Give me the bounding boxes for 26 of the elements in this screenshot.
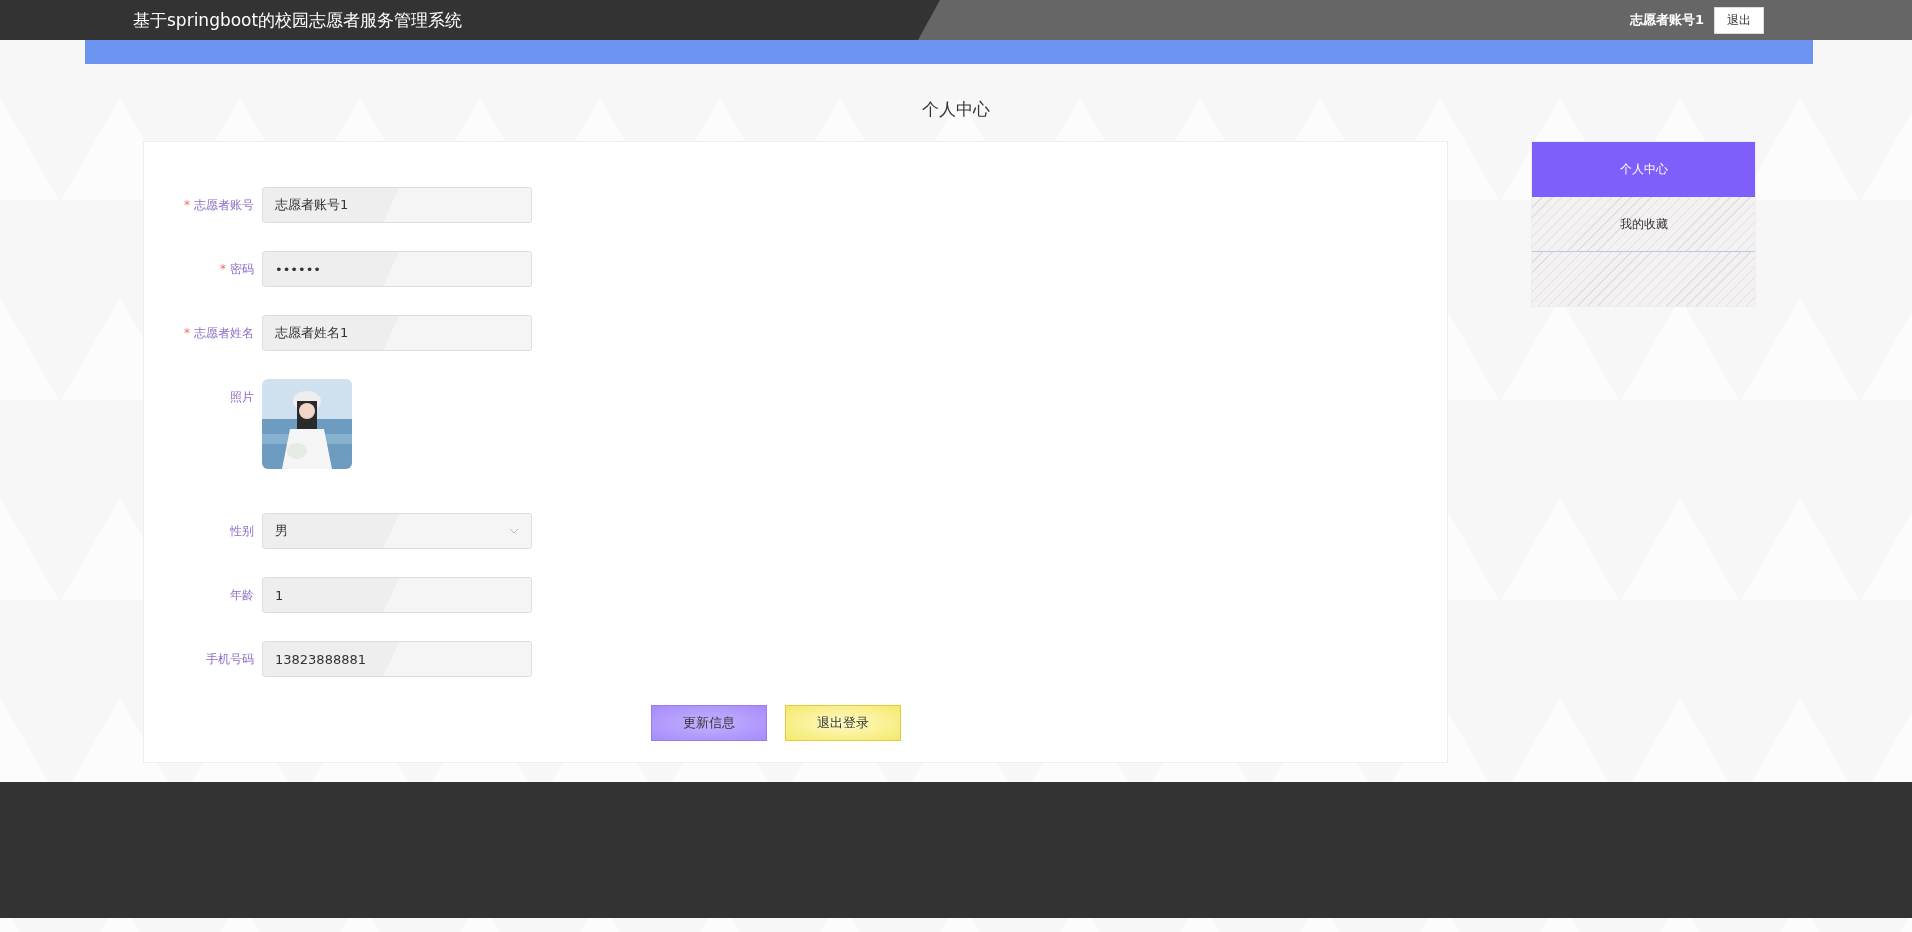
sidebar-item[interactable] [1532, 252, 1755, 306]
required-mark: * [184, 197, 190, 214]
field-label: 性别 [230, 523, 254, 540]
field-label: 手机号码 [206, 651, 254, 668]
required-mark: * [220, 261, 226, 278]
input-field[interactable]: •••••• [262, 251, 532, 287]
input-field[interactable]: 1 [262, 577, 532, 613]
page-title: 个人中心 [921, 98, 991, 121]
field-label: 志愿者账号 [194, 197, 254, 214]
site-title: 基于springboot的校园志愿者服务管理系统 [133, 8, 463, 32]
field-label: 志愿者姓名 [194, 325, 254, 342]
sidebar-item[interactable]: 我的收藏 [1532, 197, 1755, 252]
field-label: 密码 [230, 261, 254, 278]
input-field[interactable]: 志愿者账号1 [262, 187, 532, 223]
logout-button[interactable]: 退出登录 [784, 705, 901, 741]
field-label: 年龄 [230, 587, 254, 604]
gender-select[interactable]: 男 [262, 513, 532, 549]
input-field[interactable]: 志愿者姓名1 [262, 315, 532, 351]
chevron-down-icon [509, 528, 519, 534]
sidebar-item[interactable]: 个人中心 [1532, 142, 1755, 197]
logout-button[interactable]: 退出 [1714, 6, 1764, 34]
required-mark: * [184, 325, 190, 342]
update-button[interactable]: 更新信息 [650, 705, 767, 741]
username: 志愿者账号1 [1629, 11, 1704, 29]
field-label: 照片 [230, 389, 254, 406]
input-field[interactable]: 13823888881 [262, 641, 532, 677]
